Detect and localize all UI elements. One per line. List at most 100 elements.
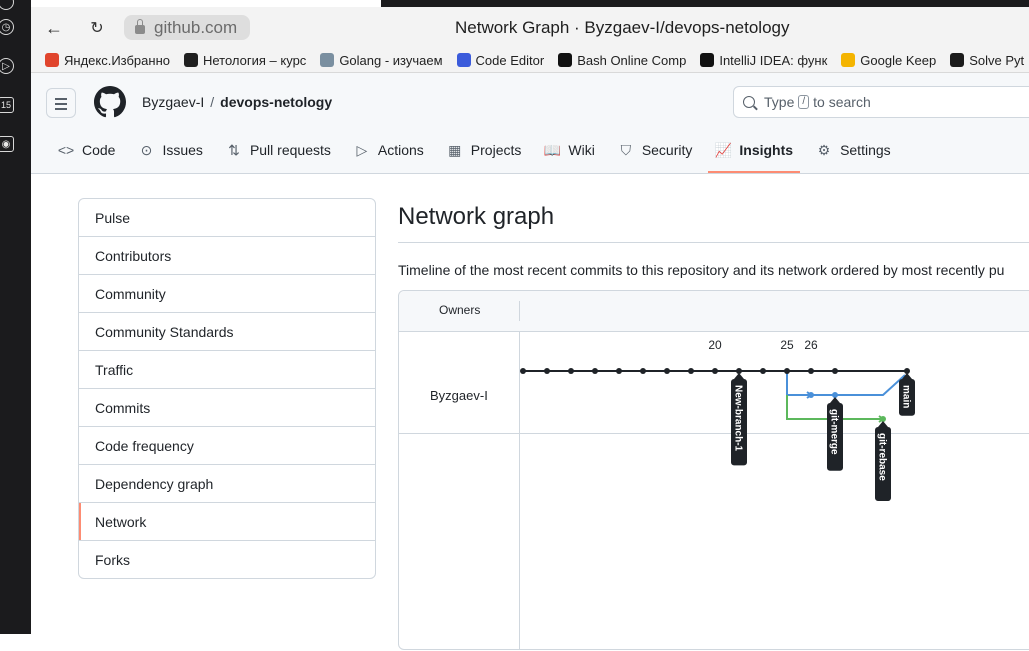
title-divider — [398, 242, 1029, 243]
bookmarks-bar: Яндекс.Избранно Нетология – курс Golang - … — [31, 48, 1029, 73]
bookmark-favicon-icon — [558, 53, 573, 67]
bookmark-label: Google Keep — [860, 52, 937, 68]
bookmark-item[interactable]: Яндекс.Избранно — [45, 53, 170, 68]
page-title: Network graph — [398, 203, 555, 230]
commit-dot — [568, 368, 574, 374]
sidebar-item-commits[interactable]: Commits — [79, 389, 375, 427]
commit-dot — [544, 368, 550, 374]
camera-icon[interactable]: ◉ — [0, 136, 14, 152]
sidebar-item-dependency-graph[interactable]: Dependency graph — [79, 465, 375, 503]
date-label: 25 — [780, 338, 794, 352]
tab-wiki[interactable]: 📖 Wiki — [537, 137, 601, 163]
tab-label: Settings — [840, 142, 891, 158]
back-arrow-icon[interactable]: ← — [43, 17, 65, 39]
bookmark-item[interactable]: Google Keep — [841, 53, 936, 68]
bookmark-favicon-icon — [320, 53, 335, 67]
page-title-text: Network Graph · Byzgaev-I/devops-netolog… — [455, 18, 790, 37]
network-graph[interactable]: Owners Byzgaev-I 20 25 26 New-branch-1 git-m… — [398, 290, 1029, 650]
commit-dot — [592, 368, 598, 374]
search-text-1: Type — [764, 94, 795, 110]
date-label: 26 — [804, 338, 818, 352]
reload-icon[interactable]: ↻ — [86, 17, 108, 39]
owner-link[interactable]: Byzgaev-I — [142, 94, 204, 110]
sidebar-item-community[interactable]: Community — [79, 275, 375, 313]
description: Timeline of the most recent commits to t… — [398, 262, 1005, 278]
commit-dot — [760, 368, 766, 374]
tab-label: Security — [641, 142, 693, 158]
tab-projects[interactable]: ▦ Projects — [440, 137, 529, 163]
tab-actions[interactable]: ▷ Actions — [347, 137, 431, 163]
branch-tag-pointer — [830, 397, 840, 403]
commit-dot — [520, 368, 526, 374]
address-bar[interactable]: github.com — [124, 15, 250, 40]
play-circle-icon[interactable]: ▷ — [0, 58, 14, 74]
tab-issues[interactable]: ⊙ Issues — [131, 137, 209, 163]
bookmark-item[interactable]: Golang - изучаем — [320, 52, 443, 68]
play-icon: ▷ — [356, 141, 368, 158]
search-text-2: to search — [813, 94, 871, 110]
sidebar-item-code-frequency[interactable]: Code frequency — [79, 427, 375, 465]
bookmark-item[interactable]: IntelliJ IDEA: функ — [700, 53, 827, 68]
tab-label: Insights — [739, 142, 794, 158]
tab-label: Issues — [162, 142, 203, 158]
sidebar-item-community-standards[interactable]: Community Standards — [79, 313, 375, 351]
tab-settings[interactable]: ⚙ Settings — [809, 137, 898, 163]
commit-dot — [640, 368, 646, 374]
url-text: github.com — [154, 17, 238, 37]
tab-label: Code — [82, 142, 116, 158]
tab-pull-requests[interactable]: ⇅ Pull requests — [219, 137, 338, 163]
bookmark-item[interactable]: Solve Pyt — [950, 53, 1024, 68]
calendar-icon[interactable]: 15 — [0, 97, 14, 113]
sidebar-item-forks[interactable]: Forks — [79, 541, 375, 578]
pull-request-icon: ⇅ — [228, 141, 240, 158]
branch-label: main — [901, 385, 912, 408]
bookmark-item[interactable]: Нетология – курс — [183, 53, 306, 68]
tab-label: Actions — [377, 142, 424, 158]
repo-tabs: <> Code ⊙ Issues ⇅ Pull requests ▷ Actions ▦ Proj… — [51, 137, 907, 173]
bookmark-label: Golang - изучаем — [339, 52, 443, 68]
shield-icon: ⛉ — [620, 141, 632, 158]
app-icon[interactable] — [0, 0, 14, 10]
branch-tag-pointer — [734, 373, 744, 379]
bookmark-label: Яндекс.Избранно — [64, 52, 170, 68]
github-header: Byzgaev-I / devops-netology Type / to sear… — [31, 73, 1029, 174]
sidebar-item-traffic[interactable]: Traffic — [79, 351, 375, 389]
tab-code[interactable]: <> Code — [51, 137, 122, 163]
github-logo-icon[interactable] — [94, 86, 126, 118]
branch-label: git-rebase — [877, 433, 888, 481]
network-graph-canvas[interactable]: 20 25 26 New-branch-1 git-merge git-rebase mai… — [399, 291, 1029, 651]
commit-dot — [784, 368, 790, 374]
commit-dot — [808, 368, 814, 374]
branch-label: git-merge — [829, 409, 840, 455]
table-icon: ▦ — [448, 141, 462, 158]
tab-security[interactable]: ⛉ Security — [611, 137, 700, 163]
sidebar-item-pulse[interactable]: Pulse — [79, 199, 375, 237]
bookmark-favicon-icon — [700, 53, 715, 67]
commit-dot — [664, 368, 670, 374]
commit-dot — [688, 368, 694, 374]
tab-label: Pull requests — [249, 142, 331, 158]
search-icon — [743, 96, 755, 108]
clock-icon[interactable]: ◷ — [0, 19, 14, 35]
branch-label: New-branch-1 — [733, 385, 744, 452]
search-input[interactable]: Type / to search — [733, 86, 1029, 118]
tab-insights[interactable]: 📈 Insights — [708, 137, 800, 173]
gear-icon: ⚙ — [817, 141, 831, 158]
bookmark-item[interactable]: Bash Online Comp — [558, 53, 686, 68]
issue-icon: ⊙ — [140, 141, 153, 158]
graph-icon: 📈 — [714, 141, 733, 158]
commit-dot — [832, 368, 838, 374]
bookmark-favicon-icon — [950, 53, 965, 67]
bookmark-favicon-icon — [841, 53, 856, 67]
insights-sidebar: Pulse Contributors Community Community Stan… — [78, 198, 376, 579]
sidebar-item-contributors[interactable]: Contributors — [79, 237, 375, 275]
bookmark-label: IntelliJ IDEA: функ — [719, 52, 828, 68]
bookmark-item[interactable]: Code Editor — [456, 53, 544, 68]
repo-link[interactable]: devops-netology — [220, 94, 332, 110]
sidebar-item-network[interactable]: Network — [79, 503, 375, 541]
commit-dot — [808, 392, 814, 398]
commit-dot — [616, 368, 622, 374]
menu-icon[interactable] — [46, 88, 76, 118]
code-icon: <> — [57, 142, 75, 158]
window-top — [31, 0, 1029, 7]
